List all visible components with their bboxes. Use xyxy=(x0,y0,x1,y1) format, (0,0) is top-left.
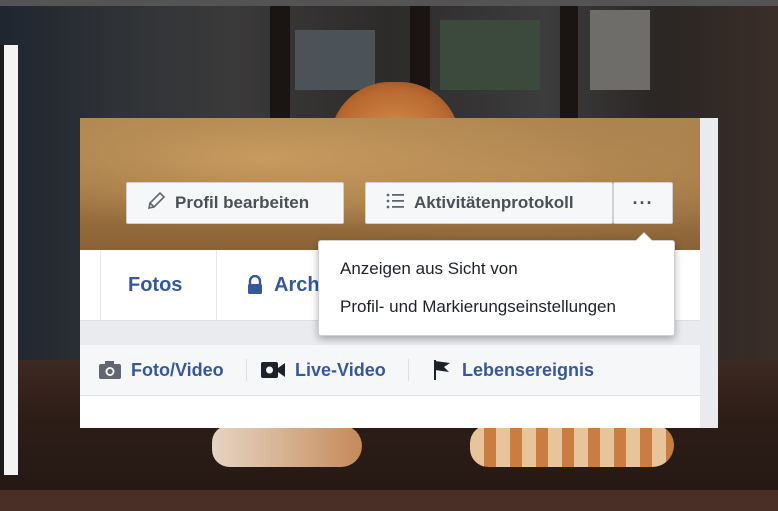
table-edge xyxy=(0,490,778,511)
cat-paw-right xyxy=(470,425,674,467)
composer-separator xyxy=(408,359,409,381)
tab-divider xyxy=(100,250,101,320)
activity-log-label: Aktivitätenprotokoll xyxy=(414,193,574,212)
pencil-icon xyxy=(145,190,167,217)
video-camera-icon xyxy=(260,360,286,380)
left-white-strip xyxy=(4,45,18,475)
tab-archive-label: Arch xyxy=(274,273,320,296)
live-video-button[interactable]: Live-Video xyxy=(260,345,386,395)
camera-icon xyxy=(98,360,122,380)
more-options-dropdown: Anzeigen aus Sicht von Profil- und Marki… xyxy=(318,232,675,336)
tab-divider xyxy=(216,250,217,320)
menu-item-profile-tagging-settings[interactable]: Profil- und Markierungseinstellungen xyxy=(340,297,616,317)
photo-video-button[interactable]: Foto/Video xyxy=(98,345,224,395)
right-rail xyxy=(700,118,718,428)
life-event-button[interactable]: Lebensereignis xyxy=(432,345,594,395)
life-event-label: Lebensereignis xyxy=(462,359,595,380)
bookshelf-items xyxy=(590,10,650,90)
tab-fotos[interactable]: Fotos xyxy=(128,250,182,320)
post-composer-bar: Foto/Video Live-Video Lebensereignis xyxy=(80,345,700,396)
tab-archive[interactable]: Arch xyxy=(246,250,320,320)
live-video-label: Live-Video xyxy=(295,359,386,380)
edit-profile-button[interactable]: Profil bearbeiten xyxy=(126,182,344,224)
lock-icon xyxy=(246,275,264,295)
menu-item-profile-tagging-label: Profil- und Markierungseinstellungen xyxy=(340,297,616,316)
cat-paw-left xyxy=(212,425,362,467)
bookshelf-items xyxy=(440,20,540,90)
photo-video-label: Foto/Video xyxy=(131,359,224,380)
tab-fotos-label: Fotos xyxy=(128,273,183,296)
bookshelf-items xyxy=(295,30,375,90)
menu-item-view-as-label: Anzeigen aus Sicht von xyxy=(340,259,518,278)
menu-item-view-as[interactable]: Anzeigen aus Sicht von xyxy=(340,259,518,279)
flag-icon xyxy=(432,359,452,381)
more-icon: ··· xyxy=(632,192,654,213)
composer-separator xyxy=(246,359,247,381)
more-options-button[interactable]: ··· xyxy=(613,182,673,224)
activity-log-button[interactable]: Aktivitätenprotokoll xyxy=(365,182,613,224)
list-icon xyxy=(384,190,406,217)
edit-profile-label: Profil bearbeiten xyxy=(175,193,310,212)
